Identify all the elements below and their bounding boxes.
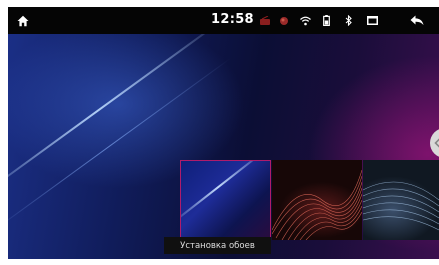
- radio-indicator: [259, 7, 271, 34]
- radio-icon: [260, 16, 270, 25]
- gps-indicator: [278, 7, 290, 34]
- wifi-icon: [299, 16, 311, 25]
- wave-pattern: [272, 169, 362, 240]
- bluetooth-indicator: [342, 7, 354, 34]
- wallpaper-thumbnail-blue-streak[interactable]: [180, 160, 271, 240]
- window-icon: [366, 16, 378, 25]
- gps-icon: [280, 16, 288, 25]
- clock: 12:58: [211, 12, 254, 27]
- chevron-left-icon: [434, 138, 439, 148]
- car-screen: 12:58: [8, 7, 439, 259]
- back-button[interactable]: [406, 7, 428, 34]
- back-icon: [410, 15, 424, 25]
- wallpaper-thumbnail-red-wave[interactable]: [272, 160, 362, 240]
- home-button[interactable]: [12, 7, 34, 34]
- wifi-indicator: [298, 7, 312, 34]
- status-bar: 12:58: [8, 7, 439, 34]
- battery-icon: [322, 15, 330, 26]
- home-icon: [17, 15, 29, 26]
- battery-indicator: [320, 7, 332, 34]
- mesh-pattern: [363, 181, 439, 231]
- wallpaper-thumbnail-blue-mesh[interactable]: [363, 160, 439, 240]
- set-wallpaper-label[interactable]: Установка обоев: [164, 237, 271, 254]
- window-button[interactable]: [364, 7, 380, 34]
- bluetooth-icon: [345, 15, 352, 26]
